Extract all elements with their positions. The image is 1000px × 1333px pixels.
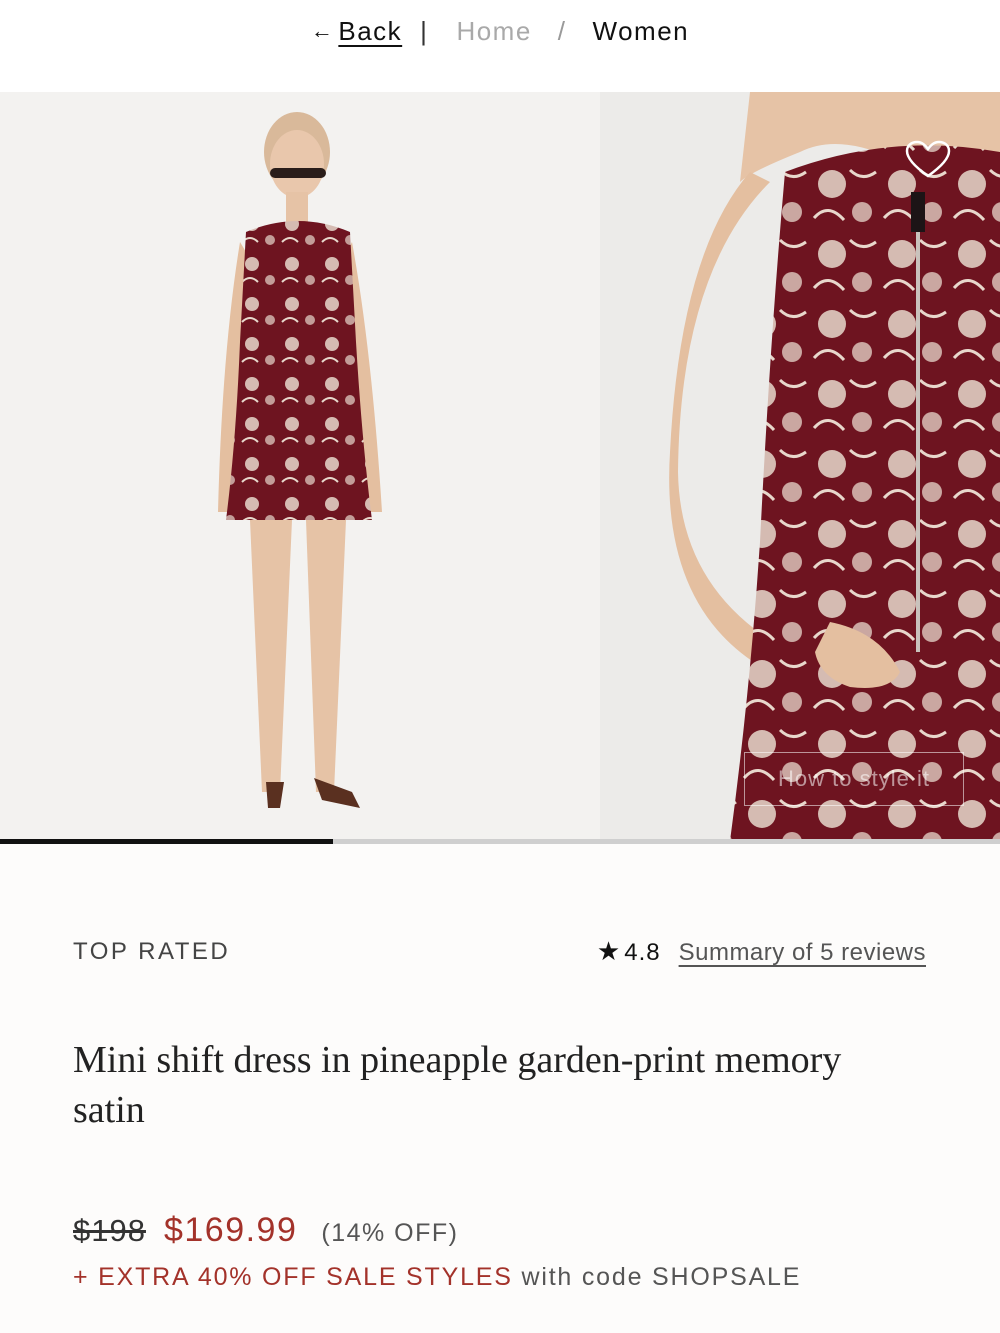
top-nav: ← Back | Home / Women bbox=[0, 0, 1000, 92]
product-image-front[interactable] bbox=[0, 92, 600, 841]
product-image-back[interactable]: How to style it bbox=[600, 92, 1000, 841]
breadcrumb-slash: / bbox=[557, 15, 567, 46]
gallery-progress-fill bbox=[0, 839, 333, 844]
breadcrumb: ← Back | Home / Women bbox=[0, 14, 1000, 47]
gallery-progress-track bbox=[0, 839, 1000, 844]
rating-value: 4.8 bbox=[624, 939, 661, 966]
promo-highlight: + EXTRA 40% OFF SALE STYLES bbox=[73, 1263, 513, 1291]
sale-price: $169.99 bbox=[163, 1211, 298, 1249]
promo-message: + EXTRA 40% OFF SALE STYLES with code SH… bbox=[73, 1263, 801, 1292]
original-price: $198 bbox=[73, 1213, 146, 1248]
model-front-illustration bbox=[218, 112, 382, 808]
product-info: TOP RATED ★ 4.8 Summary of 5 reviews Mini … bbox=[0, 845, 1000, 1333]
product-image-gallery[interactable]: How to style it bbox=[0, 92, 1000, 841]
breadcrumb-women[interactable]: Women bbox=[593, 16, 690, 47]
breadcrumb-home[interactable]: Home bbox=[456, 16, 531, 47]
product-title: Mini shift dress in pineapple garden-pri… bbox=[73, 1039, 842, 1131]
back-link[interactable]: Back bbox=[338, 16, 402, 47]
rating-summary: ★ 4.8 Summary of 5 reviews bbox=[597, 936, 926, 967]
back-arrow-icon[interactable]: ← bbox=[311, 18, 335, 44]
heart-icon[interactable] bbox=[905, 140, 951, 180]
discount-label: (14% OFF) bbox=[321, 1219, 459, 1247]
model-back-illustration bbox=[669, 92, 1000, 841]
how-to-style-button[interactable]: How to style it bbox=[744, 752, 964, 806]
star-icon: ★ bbox=[596, 936, 621, 966]
nav-separator: | bbox=[420, 15, 429, 46]
promo-code-text: with code SHOPSALE bbox=[512, 1263, 802, 1291]
price-row: $198 $169.99 (14% OFF) bbox=[73, 1211, 459, 1250]
top-rated-badge: TOP RATED bbox=[73, 938, 231, 965]
reviews-link[interactable]: Summary of 5 reviews bbox=[679, 939, 926, 966]
